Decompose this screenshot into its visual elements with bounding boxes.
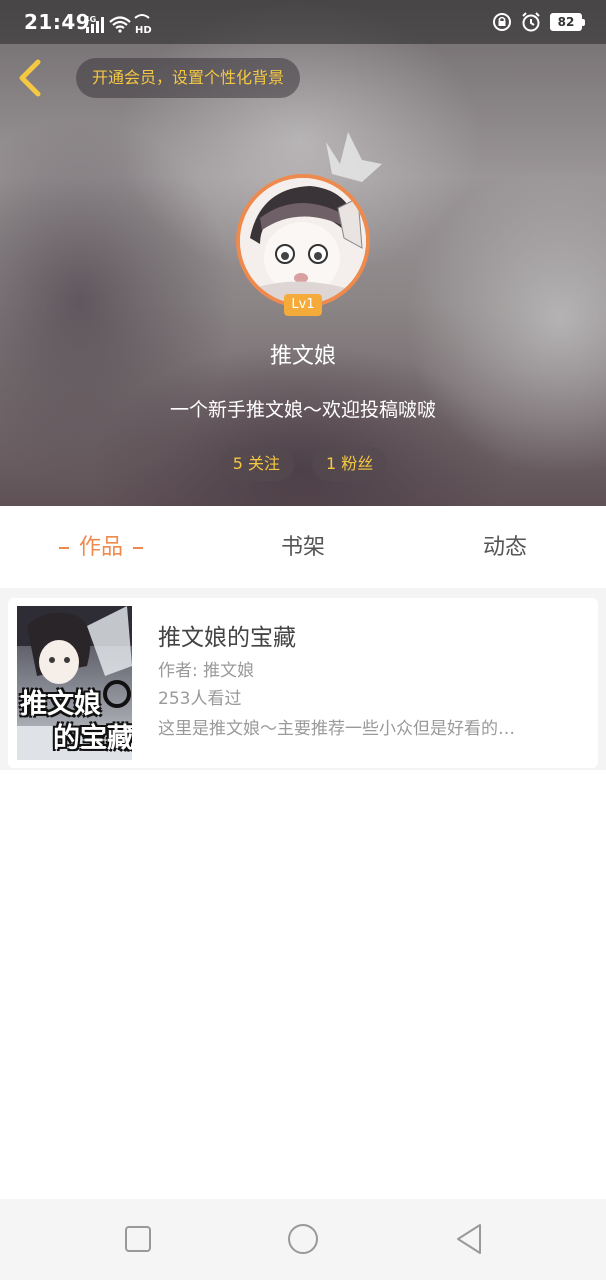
square-icon[interactable] bbox=[116, 1219, 160, 1259]
status-right-group: 82 bbox=[492, 11, 585, 33]
tab-activity[interactable]: 动态 bbox=[404, 508, 606, 588]
tab-bookshelf[interactable]: 书架 bbox=[202, 508, 404, 588]
svg-text:4G: 4G bbox=[84, 15, 96, 24]
tab-bookshelf-label: 书架 bbox=[280, 535, 325, 560]
lock-rotation-icon bbox=[493, 13, 511, 31]
work-description: 这里是推文娘〜主要推荐一些小众但是好看的… bbox=[158, 719, 515, 739]
circle-icon[interactable] bbox=[281, 1219, 325, 1259]
status-time: 21:49 bbox=[24, 10, 91, 34]
cover-title-line-2: 的宝藏 bbox=[53, 723, 132, 754]
back-icon[interactable] bbox=[12, 56, 52, 100]
username: 推文娘 bbox=[269, 344, 336, 369]
active-tab-dash-right bbox=[133, 547, 143, 549]
profile-tabs: 作品 书架 动态 bbox=[0, 508, 606, 588]
tab-works-label: 作品 bbox=[78, 535, 123, 560]
work-title: 推文娘的宝藏 bbox=[158, 625, 296, 651]
system-nav-bar bbox=[0, 1199, 606, 1280]
active-tab-dash-left bbox=[58, 547, 69, 549]
list-item[interactable]: 推文娘 的宝藏 推文娘的宝藏 作者: 推文娘 253人看过 这里是推文娘〜主要推… bbox=[8, 598, 598, 768]
user-stats: 5 关注 1 粉丝 bbox=[0, 447, 606, 481]
level-badge: Lv1 bbox=[284, 294, 322, 316]
book-cover: 推文娘 的宝藏 bbox=[17, 606, 132, 760]
followers-count-button[interactable]: 1 粉丝 bbox=[312, 447, 388, 481]
svg-text:HD: HD bbox=[135, 25, 152, 35]
triangle-left-icon[interactable] bbox=[446, 1219, 490, 1259]
profile-header: 21:49 4G HD 82 开通会员，设置个性化背景 Lv1 推文娘 一个新手… bbox=[0, 0, 606, 506]
tab-works[interactable]: 作品 bbox=[0, 508, 202, 588]
tab-activity-label: 动态 bbox=[482, 535, 527, 560]
battery-indicator: 82 bbox=[550, 13, 585, 31]
work-views: 253人看过 bbox=[158, 689, 242, 709]
user-bio: 一个新手推文娘〜欢迎投稿啵啵 bbox=[169, 399, 436, 421]
signal-wifi-icon: 4G HD bbox=[84, 14, 152, 35]
avatar-image bbox=[240, 178, 366, 304]
alarm-icon bbox=[522, 12, 540, 32]
avatar[interactable] bbox=[236, 174, 370, 308]
following-count-button[interactable]: 5 关注 bbox=[218, 447, 294, 481]
status-bar: 21:49 4G HD 82 bbox=[0, 0, 606, 44]
vip-background-button[interactable]: 开通会员，设置个性化背景 bbox=[76, 58, 301, 98]
work-author: 作者: 推文娘 bbox=[158, 661, 255, 681]
